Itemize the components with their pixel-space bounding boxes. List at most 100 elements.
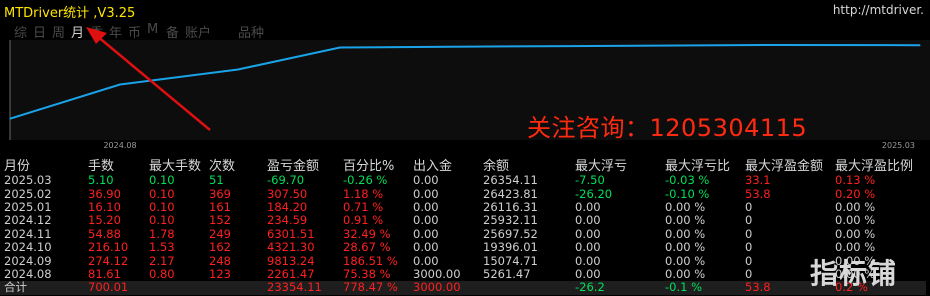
cell-max-lots: 0.80 (149, 266, 175, 281)
website-link[interactable]: http://mtdriver. (833, 3, 924, 17)
col-max-float-profit[interactable]: 最大浮盈金额 (741, 155, 831, 174)
table-row[interactable]: 2024.11 54.88 1.78 249 6301.51 32.49 % 0.00 256… (0, 226, 926, 241)
cell-balance: 5261.47 (483, 266, 531, 281)
cell-max-lots: 0.10 (149, 213, 175, 228)
table-row[interactable]: 2024.10 216.10 1.53 162 4321.30 28.67 % 0.00 19… (0, 240, 926, 255)
cell-lots: 81.61 (88, 266, 121, 281)
cell-deposit: 0.00 (413, 226, 439, 241)
cell-max-drawdown-pct: 0.00 % (665, 266, 706, 281)
cell-max-drawdown: 0.00 (575, 199, 601, 214)
cell-month: 2024.10 (4, 240, 52, 255)
col-max-drawdown[interactable]: 最大浮亏 (571, 155, 661, 174)
cell-max-float-profit-pct: 0.20 % (835, 186, 876, 201)
table-row[interactable]: 2025.03 5.10 0.10 51 -69.70 -0.26 % 0.00 26354.… (0, 173, 926, 188)
cell-profit-amount: 307.50 (267, 186, 308, 201)
cell-max-float-profit: 33.1 (745, 173, 771, 188)
period-tabs: 综 日 周 月 季 年 币 M 备 账户 品种 (14, 22, 269, 41)
cell-percent: 75.38 % (343, 266, 391, 281)
tab-account[interactable]: 账户 (185, 22, 216, 41)
tab-season[interactable]: 季 (90, 22, 109, 41)
cell-max-lots: 0.10 (149, 173, 175, 188)
cell-profit-amount: 6301.51 (267, 226, 315, 241)
cell-balance: 25697.52 (483, 226, 538, 241)
cell-max-lots: 1.53 (149, 240, 175, 255)
tab-note[interactable]: 备 (166, 22, 185, 41)
table-row[interactable]: 2024.12 15.20 0.10 152 234.59 0.91 % 0.00 25932… (0, 214, 926, 227)
balance-point (449, 46, 451, 48)
cell-profit-amount: 234.59 (267, 213, 308, 228)
total-max-drawdown: -26.2 (571, 281, 661, 295)
balance-point (769, 44, 771, 46)
watermark-logo: 指标铺 (810, 257, 898, 290)
col-month[interactable]: 月份 (0, 155, 84, 174)
table-row[interactable]: 2025.02 36.90 0.10 369 307.50 1.18 % 0.00 26423… (0, 187, 926, 200)
balance-point (569, 45, 571, 47)
cell-max-float-profit-pct: 0.13 % (835, 173, 876, 188)
col-count[interactable]: 次数 (205, 155, 263, 174)
cell-month: 2025.03 (4, 173, 52, 188)
cell-max-float-profit: 0 (745, 213, 753, 228)
cell-balance: 26354.11 (483, 173, 538, 188)
tab-currency[interactable]: 币 (128, 22, 147, 41)
col-max-lots[interactable]: 最大手数 (145, 155, 205, 174)
balance-point (237, 68, 239, 71)
tab-week[interactable]: 周 (52, 22, 71, 41)
total-max-lots (145, 281, 205, 295)
cell-max-float-profit: 53.8 (745, 186, 771, 201)
tab-overview[interactable]: 综 (14, 22, 33, 41)
col-profit-amount[interactable]: 盈亏金额 (263, 155, 339, 174)
cell-count: 249 (209, 226, 231, 241)
tab-m[interactable]: M (147, 22, 166, 40)
cell-balance: 19396.01 (483, 240, 538, 255)
monthly-stats-table: 月份 手数 最大手数 次数 盈亏金额 百分比% 出入金 余额 最大浮亏 最大浮亏… (0, 155, 926, 295)
tab-symbol[interactable]: 品种 (238, 22, 269, 41)
cell-count: 161 (209, 199, 231, 214)
cell-max-drawdown-pct: 0.00 % (665, 240, 706, 255)
tab-day[interactable]: 日 (33, 22, 52, 41)
table-row[interactable]: 2024.09 274.12 2.17 248 9813.24 186.51 % 0.00 1… (0, 254, 926, 267)
cell-max-float-profit-pct: 0.00 % (835, 199, 876, 214)
col-lots[interactable]: 手数 (84, 155, 145, 174)
cell-lots: 274.12 (88, 253, 129, 268)
balance-point (9, 118, 11, 120)
tab-year[interactable]: 年 (109, 22, 128, 41)
cell-count: 152 (209, 213, 231, 228)
cell-percent: 0.71 % (343, 199, 384, 214)
cell-deposit: 0.00 (413, 213, 439, 228)
cell-profit-amount: 9813.24 (267, 253, 315, 268)
cell-percent: 186.51 % (343, 253, 398, 268)
cell-month: 2024.11 (4, 226, 52, 241)
tab-month[interactable]: 月 (71, 22, 90, 41)
cell-max-drawdown-pct: 0.00 % (665, 253, 706, 268)
total-deposit: 3000.00 (409, 281, 479, 295)
x-tick-label: 2024.08 (103, 141, 136, 150)
col-deposit[interactable]: 出入金 (409, 155, 479, 174)
cell-count: 369 (209, 186, 231, 201)
cell-max-drawdown: 0.00 (575, 240, 601, 255)
table-row[interactable]: 2024.08 81.61 0.80 123 2261.47 75.38 % 3000.00… (0, 266, 926, 281)
cell-deposit: 0.00 (413, 240, 439, 255)
total-profit-amount: 23354.11 (263, 281, 339, 295)
total-max-drawdown-pct: -0.1 % (661, 281, 741, 295)
cell-balance: 26423.81 (483, 186, 538, 201)
cell-max-lots: 0.10 (149, 199, 175, 214)
cell-max-drawdown: 0.00 (575, 213, 601, 228)
col-max-float-profit-pct[interactable]: 最大浮盈比例 (831, 155, 926, 174)
table-total-row[interactable]: 合计 700.01 23354.11 778.47 % 3000.00 -26.2 -0.1… (0, 281, 926, 295)
table-row[interactable]: 2025.01 16.10 0.10 161 184.20 0.71 % 0.00 26116… (0, 199, 926, 214)
cell-deposit: 0.00 (413, 199, 439, 214)
cell-max-drawdown-pct: 0.00 % (665, 226, 706, 241)
col-percent[interactable]: 百分比% (339, 155, 409, 174)
total-lots: 700.01 (84, 281, 145, 295)
cell-count: 123 (209, 266, 231, 281)
cell-balance: 26116.31 (483, 199, 538, 214)
col-max-drawdown-pct[interactable]: 最大浮亏比 (661, 155, 741, 174)
cell-max-drawdown: -7.50 (575, 173, 605, 188)
cell-max-drawdown-pct: 0.00 % (665, 199, 706, 214)
cell-month: 2024.09 (4, 253, 52, 268)
col-balance[interactable]: 余额 (479, 155, 571, 174)
app-title: MTDriver统计 ,V3.25 (4, 6, 136, 21)
promo-text: 关注咨询：1205304115 (527, 114, 808, 142)
cell-max-lots: 1.78 (149, 226, 175, 241)
cell-count: 162 (209, 240, 231, 255)
